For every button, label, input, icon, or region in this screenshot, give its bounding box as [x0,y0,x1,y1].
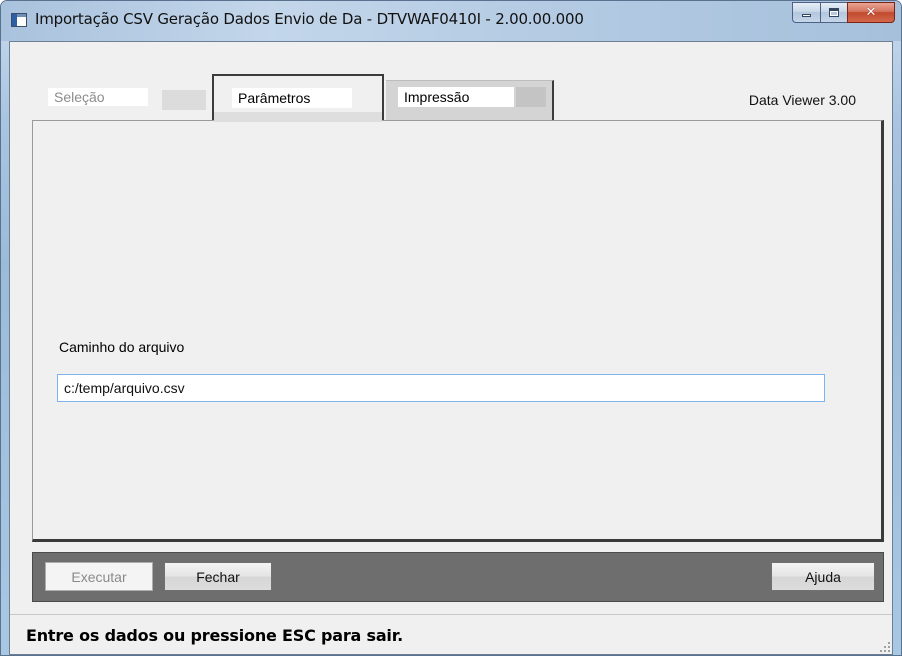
tab-impressao[interactable]: Impressão [386,80,554,120]
minimize-button[interactable] [792,2,820,23]
window-title: Importação CSV Geração Dados Envio de Da… [35,10,584,28]
minimize-icon [802,14,811,17]
help-button[interactable]: Ajuda [771,562,875,591]
path-label: Caminho do arquivo [59,339,185,355]
close-dialog-button[interactable]: Fechar [164,562,272,591]
maximize-icon [829,8,839,17]
window-app-icon[interactable] [11,13,27,27]
tab-parametros-shade [214,112,382,122]
caption-buttons: ✕ [792,2,895,23]
tab-impressao-fill [516,87,546,107]
tab-parametros[interactable]: Parâmetros [212,74,384,122]
tab-selecao[interactable]: Seleção [36,80,208,114]
status-bar: Entre os dados ou pressione ESC para sai… [10,614,892,654]
close-button[interactable]: ✕ [847,2,895,23]
app-window: Importação CSV Geração Dados Envio de Da… [0,0,902,656]
tab-parametros-label: Parâmetros [232,88,352,108]
execute-button[interactable]: Executar [45,562,153,591]
resize-grip-icon[interactable] [878,640,890,652]
maximize-button[interactable] [820,2,847,23]
data-viewer-version: Data Viewer 3.00 [748,92,856,108]
button-bar: Executar Fechar Ajuda [32,552,884,602]
client-area: Seleção Parâmetros Impressão Data Viewer… [9,41,893,655]
tab-selecao-fill [162,90,206,110]
title-bar[interactable]: Importação CSV Geração Dados Envio de Da… [1,1,901,41]
tab-panel-parametros: Caminho do arquivo [32,120,884,542]
tab-impressao-label: Impressão [398,87,514,107]
path-input[interactable] [57,374,825,402]
close-icon: ✕ [865,5,877,20]
status-message: Entre os dados ou pressione ESC para sai… [26,626,404,645]
tab-selecao-label: Seleção [48,88,148,106]
